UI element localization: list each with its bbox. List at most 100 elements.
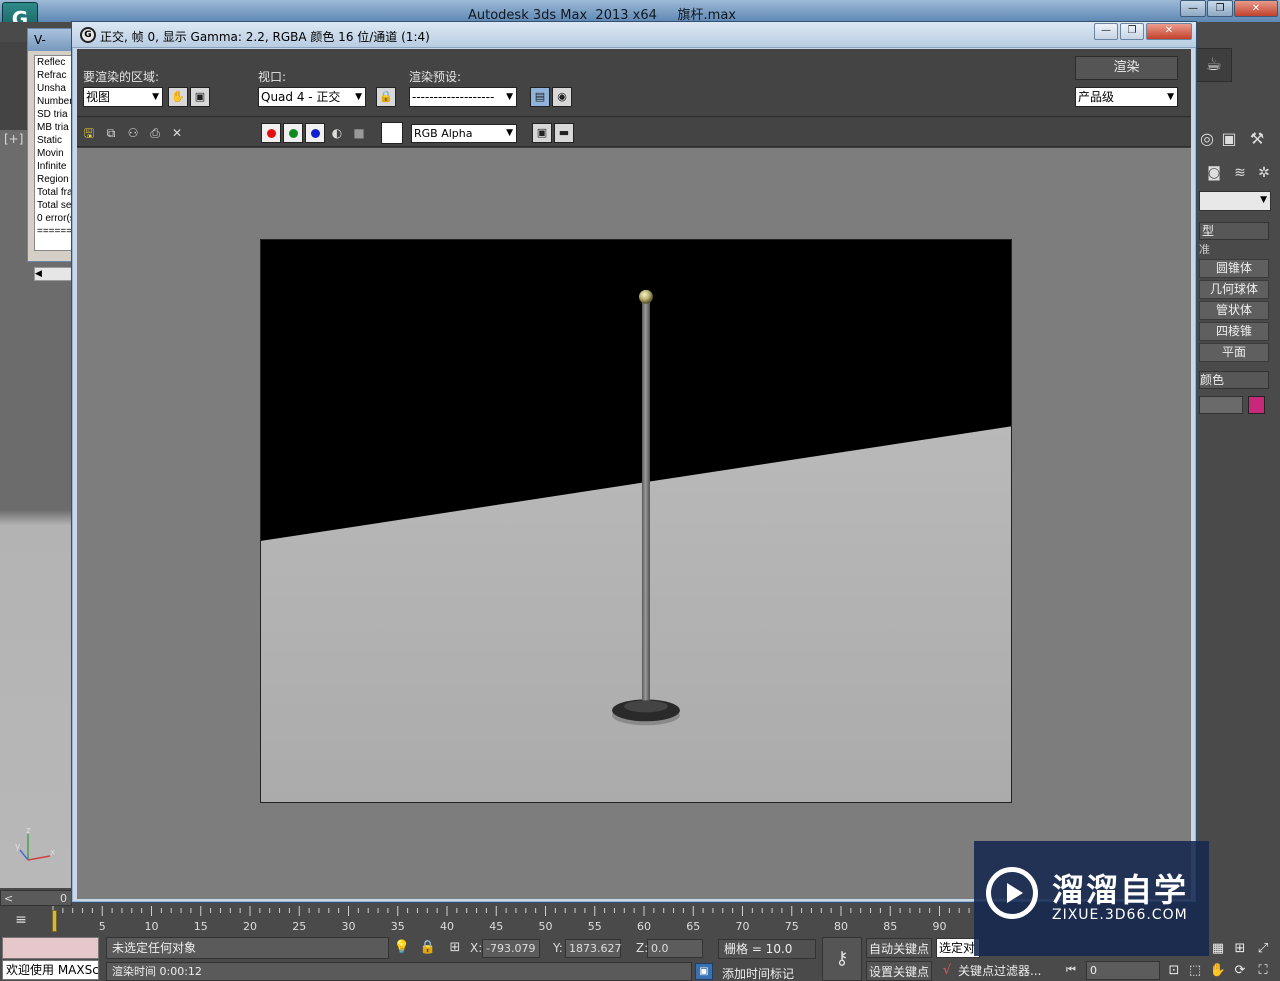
rendered-frame-window[interactable]: G 正交, 帧 0, 显示 Gamma: 2.2, RGBA 颜色 16 位/通… xyxy=(71,21,1197,903)
toggle-ui-overlays-icon[interactable]: ▣ xyxy=(532,123,552,143)
frame-canvas[interactable] xyxy=(77,148,1191,899)
app-close-button[interactable]: ✕ xyxy=(1234,0,1278,17)
render-preset-dropdown[interactable]: ------------------- xyxy=(409,87,517,107)
pole-finial-ball xyxy=(638,289,653,304)
key-filter-icon[interactable]: √ xyxy=(938,962,956,980)
hierarchy-tab-icon[interactable]: ◎ xyxy=(1196,128,1218,150)
time-tag-icon[interactable]: ▣ xyxy=(695,963,713,980)
auto-key-button[interactable]: 自动关键点 xyxy=(866,938,932,958)
frame-close-button[interactable]: ✕ xyxy=(1146,23,1192,40)
timeline-tick-label: 15 xyxy=(193,920,208,933)
systems-icon[interactable]: ✲ xyxy=(1253,162,1275,184)
timeline-tick-label: 20 xyxy=(243,920,257,933)
cone-button[interactable]: 圆锥体 xyxy=(1199,259,1269,278)
vray-log-window[interactable]: V- Reflec Refrac Unsha Number SD tria MB… xyxy=(27,28,78,281)
area-to-render-dropdown[interactable]: 视图 xyxy=(83,87,163,107)
app-minimize-button[interactable]: — xyxy=(1180,0,1206,17)
time-marker[interactable] xyxy=(52,910,57,932)
copy-image-icon[interactable]: ⧉ xyxy=(102,124,120,142)
time-slider[interactable]: < 0 xyxy=(0,890,72,906)
timeline-tick-label: 5 xyxy=(98,920,106,933)
viewport-label[interactable]: [+] xyxy=(4,132,23,146)
plane-button[interactable]: 平面 xyxy=(1199,343,1269,362)
render-button[interactable]: 渲染 xyxy=(1075,56,1178,80)
red-channel-button[interactable] xyxy=(261,123,281,143)
toggle-ui-icon[interactable]: ▬ xyxy=(554,123,574,143)
zoom-extents-icon[interactable]: ⊡ xyxy=(1165,962,1183,980)
frame-window-titlebar[interactable]: G 正交, 帧 0, 显示 Gamma: 2.2, RGBA 颜色 16 位/通… xyxy=(72,22,1196,48)
curve-editor-icon[interactable]: ≡ xyxy=(10,912,32,930)
red-channel-dot xyxy=(267,129,276,138)
object-name-field[interactable] xyxy=(1199,396,1243,414)
timeline-tick-label: 40 xyxy=(440,920,454,933)
maximize-viewport-icon[interactable]: ⛶ xyxy=(1254,962,1272,980)
tube-button[interactable]: 管状体 xyxy=(1199,301,1269,320)
app-titlebar: Autodesk 3ds Max 2013 x64 旗杆.max — ❐ ✕ xyxy=(0,0,1280,23)
timeline-tick-label: 70 xyxy=(735,920,750,933)
area-to-render-label: 要渲染的区域: xyxy=(83,70,160,84)
absolute-mode-icon[interactable]: ⊞ xyxy=(446,939,464,957)
current-frame-field[interactable]: 0 xyxy=(1086,961,1160,980)
lock-viewport-icon[interactable]: 🔒 xyxy=(376,87,396,107)
go-to-start-icon[interactable]: ⏮ xyxy=(1060,963,1082,979)
object-type-dropdown[interactable] xyxy=(1199,191,1271,211)
axis-x-label: x xyxy=(50,848,56,858)
edit-region-icon[interactable]: ✋ xyxy=(168,87,188,107)
camera-icon[interactable]: ◙ xyxy=(1203,162,1225,184)
zoom-all-icon[interactable]: ▦ xyxy=(1209,940,1227,958)
timeline-tick-label: 10 xyxy=(144,920,159,933)
selection-status: 未选定任何对象 xyxy=(106,937,389,959)
y-coordinate-field[interactable]: 1873.627 xyxy=(565,939,622,958)
key-filters-button[interactable]: 关键点过滤器... xyxy=(958,962,1052,981)
spacewarp-icon[interactable]: ≋ xyxy=(1229,162,1251,184)
auto-region-icon[interactable]: ▣ xyxy=(190,87,210,107)
utilities-tab-icon[interactable]: ⚒ xyxy=(1246,128,1268,150)
zoom-extents-all-icon[interactable]: ⊞ xyxy=(1231,940,1249,958)
object-type-rollout[interactable]: 型 xyxy=(1199,222,1269,240)
time-slider-prev-icon[interactable]: < xyxy=(4,892,13,905)
monochrome-icon[interactable]: ■ xyxy=(350,124,368,142)
blue-channel-button[interactable] xyxy=(305,123,325,143)
frame-maximize-button[interactable]: ❐ xyxy=(1120,23,1144,40)
z-coordinate-field[interactable]: 0.0 xyxy=(647,939,703,958)
name-color-rollout[interactable]: 颜色 xyxy=(1199,371,1269,389)
green-channel-button[interactable] xyxy=(283,123,303,143)
timeline-tick-label: 65 xyxy=(686,920,701,933)
vray-log-title: V- xyxy=(28,29,76,51)
teapot-render-icon[interactable]: ☕ xyxy=(1196,48,1232,82)
frame-minimize-button[interactable]: — xyxy=(1094,23,1118,40)
maxscript-listener[interactable]: 欢迎使用 MAXSc xyxy=(2,960,99,980)
app-restore-button[interactable]: ❐ xyxy=(1207,0,1233,17)
axis-gizmo-icon: z y x xyxy=(15,826,56,861)
clone-frame-icon[interactable]: ⚇ xyxy=(124,124,142,142)
isolate-selection-icon[interactable]: 💡 xyxy=(393,939,411,957)
pyramid-button[interactable]: 四棱锥 xyxy=(1199,322,1269,341)
channel-color-swatch[interactable] xyxy=(381,122,403,144)
zixue-watermark: 溜溜自学 ZIXUE.3D66.COM xyxy=(974,841,1209,956)
orbit-icon[interactable]: ⟳ xyxy=(1231,962,1249,980)
selection-lock-icon[interactable]: 🔒 xyxy=(419,939,437,957)
object-color-swatch[interactable] xyxy=(1248,396,1265,414)
environment-effects-icon[interactable]: ◉ xyxy=(552,87,572,107)
region-zoom-icon[interactable]: ⬚ xyxy=(1186,962,1204,980)
production-level-dropdown[interactable]: 产品级 xyxy=(1075,87,1178,107)
channel-display-dropdown[interactable]: RGB Alpha xyxy=(411,124,517,143)
save-image-icon[interactable]: 🖫 xyxy=(80,124,98,142)
pan-hand-icon[interactable]: ✋ xyxy=(1209,962,1227,980)
scroll-left-icon[interactable]: ◀ xyxy=(35,269,42,279)
x-coordinate-field[interactable]: -793.079 xyxy=(482,939,540,958)
alpha-channel-icon[interactable]: ◐ xyxy=(328,124,346,142)
viewport-dropdown[interactable]: Quad 4 - 正交 xyxy=(258,87,366,107)
print-image-icon[interactable]: ⎙ xyxy=(146,124,164,142)
set-key-button[interactable]: 设置关键点 xyxy=(866,961,932,981)
frame-window-title: 正交, 帧 0, 显示 Gamma: 2.2, RGBA 颜色 16 位/通道 … xyxy=(100,30,430,44)
maxscript-mini-listener-pink[interactable] xyxy=(2,937,99,959)
timeline-tick-label: 50 xyxy=(538,920,553,933)
add-time-tag-button[interactable]: 添加时间标记 xyxy=(722,965,794,981)
set-key-icon[interactable]: ⚷ xyxy=(822,937,862,981)
clear-image-icon[interactable]: ✕ xyxy=(168,124,186,142)
render-setup-icon[interactable]: ▤ xyxy=(530,87,550,107)
geosphere-button[interactable]: 几何球体 xyxy=(1199,280,1269,299)
display-tab-icon[interactable]: ▣ xyxy=(1218,128,1240,150)
field-of-view-icon[interactable]: ⤢ xyxy=(1254,940,1272,958)
